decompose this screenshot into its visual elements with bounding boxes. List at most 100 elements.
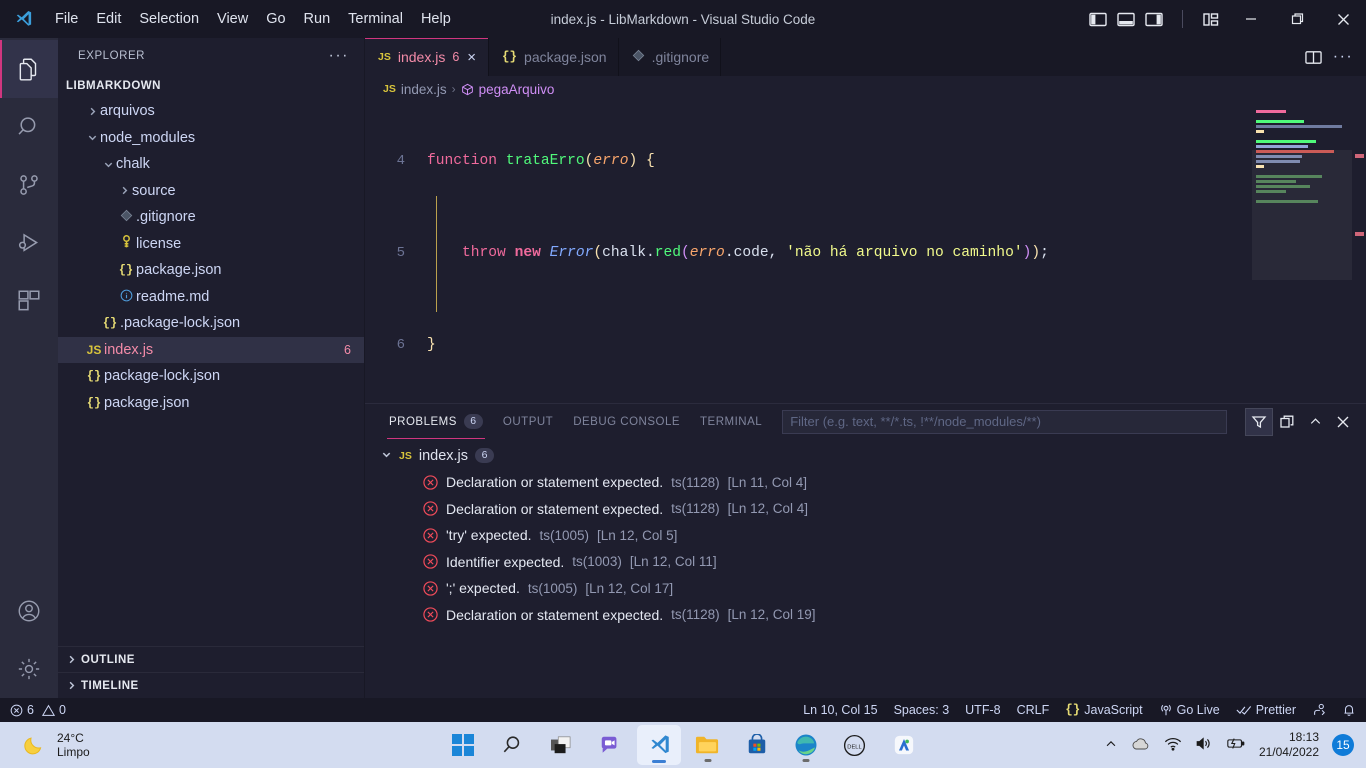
tab-package-json[interactable]: {} package.json: [489, 38, 619, 76]
tree-item-package-json[interactable]: {} package.json: [58, 390, 365, 417]
taskbar-microsoft-store-button[interactable]: [735, 725, 779, 765]
taskbar-start-button[interactable]: [441, 725, 485, 765]
activity-accounts[interactable]: [0, 582, 58, 640]
error-icon: [423, 501, 438, 516]
breadcrumb-file[interactable]: index.js: [401, 82, 447, 97]
tree-root-libmarkdown[interactable]: LIBMARKDOWN: [58, 74, 365, 98]
activity-explorer[interactable]: [0, 40, 58, 98]
tree-item-index-js[interactable]: JS index.js 6: [58, 336, 365, 363]
code-editor[interactable]: 4 function trataErro(erro) { 5 throw new …: [365, 102, 1366, 403]
problem-row[interactable]: ';' expected. ts(1005) [Ln 12, Col 17]: [365, 575, 1366, 602]
status-go-live[interactable]: Go Live: [1151, 698, 1228, 722]
activity-manage-settings[interactable]: [0, 640, 58, 698]
status-notifications[interactable]: [1334, 698, 1364, 722]
sidebar-more-actions-icon[interactable]: ···: [321, 47, 357, 65]
panel-actions: [1245, 407, 1366, 436]
tree-item-node_modules[interactable]: node_modules: [58, 125, 365, 152]
status-language-mode[interactable]: {} JavaScript: [1057, 698, 1150, 722]
problem-row[interactable]: Declaration or statement expected. ts(11…: [365, 496, 1366, 523]
panel-tab-debug-console[interactable]: DEBUG CONSOLE: [563, 404, 690, 439]
menu-selection[interactable]: Selection: [130, 0, 208, 38]
editor-more-actions-icon[interactable]: ···: [1330, 42, 1356, 72]
line-number: 4: [396, 153, 405, 169]
tree-item-dot-package-lock-json[interactable]: {} .package-lock.json: [58, 310, 365, 337]
problem-row[interactable]: Declaration or statement expected. ts(11…: [365, 602, 1366, 629]
tree-item-source[interactable]: source: [58, 178, 365, 205]
remote-icon: [1314, 703, 1325, 716]
split-panel-icon[interactable]: [1274, 409, 1300, 435]
sidebar-section-timeline[interactable]: TIMELINE: [58, 672, 365, 698]
menu-view[interactable]: View: [208, 0, 257, 38]
problem-row[interactable]: Declaration or statement expected. ts(11…: [365, 469, 1366, 496]
taskbar-edge-button[interactable]: [784, 725, 828, 765]
status-problems[interactable]: 6 0: [2, 698, 74, 722]
sidebar-section-outline[interactable]: OUTLINE: [58, 646, 365, 672]
problems-filter-input[interactable]: Filter (e.g. text, **/*.ts, !**/node_mod…: [782, 409, 1228, 434]
tree-item-chalk[interactable]: chalk: [58, 151, 365, 178]
menu-go[interactable]: Go: [257, 0, 294, 38]
collapse-panel-icon[interactable]: [1302, 409, 1328, 435]
tree-item-license[interactable]: license: [58, 231, 365, 258]
filter-icon[interactable]: [1245, 407, 1273, 436]
window-maximize-button[interactable]: [1274, 0, 1320, 38]
vscode-logo-icon: [0, 0, 46, 38]
taskbar-chat-button[interactable]: [588, 725, 632, 765]
status-eol[interactable]: CRLF: [1009, 698, 1058, 722]
tree-item-package-lock-json[interactable]: {} package-lock.json: [58, 363, 365, 390]
title-bar-right: [1089, 0, 1366, 38]
activity-source-control[interactable]: [0, 156, 58, 214]
close-panel-icon[interactable]: [1330, 409, 1356, 435]
git-icon: [632, 49, 645, 65]
problem-row[interactable]: Identifier expected. ts(1003) [Ln 12, Co…: [365, 549, 1366, 576]
json-icon: {}: [102, 316, 118, 331]
taskbar-app-extra-button[interactable]: [882, 725, 926, 765]
split-editor-icon[interactable]: [1300, 42, 1326, 72]
tab-index-js[interactable]: JS index.js 6 ×: [365, 38, 490, 76]
window-close-button[interactable]: [1320, 0, 1366, 38]
status-prettier[interactable]: Prettier: [1228, 698, 1304, 722]
status-encoding[interactable]: UTF-8: [957, 698, 1008, 722]
taskbar-file-explorer-button[interactable]: [686, 725, 730, 765]
panel-tab-problems[interactable]: PROBLEMS 6: [379, 404, 493, 439]
tab-close-icon[interactable]: ×: [466, 50, 477, 65]
bell-icon: [1344, 705, 1354, 716]
taskbar-task-view-button[interactable]: [539, 725, 583, 765]
problem-code: ts(1005): [539, 527, 590, 543]
status-remote[interactable]: [1304, 698, 1334, 722]
problems-file-name: index.js: [418, 447, 469, 464]
chevron-down-icon: [381, 448, 392, 464]
menu-file[interactable]: File: [46, 0, 87, 38]
panel-tab-label: TERMINAL: [700, 415, 763, 428]
window-minimize-button[interactable]: [1228, 0, 1274, 38]
tree-item-arquivos[interactable]: arquivos: [58, 98, 365, 125]
taskbar-vscode-button[interactable]: [636, 725, 681, 765]
breadcrumb-symbol[interactable]: pegaArquivo: [479, 82, 555, 97]
editor-scrollbar[interactable]: [1352, 102, 1366, 403]
toggle-panel-icon[interactable]: [1117, 12, 1135, 27]
tree-item-label: node_modules: [100, 129, 196, 146]
tree-item-chalk-package-json[interactable]: {} package.json: [58, 257, 365, 284]
toggle-primary-sidebar-icon[interactable]: [1089, 12, 1107, 27]
activity-search[interactable]: [0, 98, 58, 156]
activity-extensions[interactable]: [0, 272, 58, 330]
tree-item-gitignore[interactable]: .gitignore: [58, 204, 365, 231]
activity-run-and-debug[interactable]: [0, 214, 58, 272]
menu-help[interactable]: Help: [412, 0, 460, 38]
toggle-secondary-sidebar-icon[interactable]: [1145, 12, 1163, 27]
menu-terminal[interactable]: Terminal: [339, 0, 412, 38]
tab-gitignore[interactable]: .gitignore: [618, 38, 722, 76]
status-cursor-position[interactable]: Ln 10, Col 15: [795, 698, 885, 722]
panel-tab-output[interactable]: OUTPUT: [493, 404, 563, 439]
problem-message: 'try' expected.: [446, 527, 532, 544]
tree-item-readme-md[interactable]: readme.md: [58, 284, 365, 311]
taskbar-dell-button[interactable]: DELL: [833, 725, 877, 765]
problems-file-group[interactable]: JS index.js 6: [365, 442, 1366, 469]
menu-run[interactable]: Run: [295, 0, 340, 38]
problem-row[interactable]: 'try' expected. ts(1005) [Ln 12, Col 5]: [365, 522, 1366, 549]
taskbar-search-button[interactable]: [490, 725, 534, 765]
menu-edit[interactable]: Edit: [87, 0, 130, 38]
customize-layout-icon[interactable]: [1202, 12, 1220, 27]
panel-tab-terminal[interactable]: TERMINAL: [690, 404, 772, 439]
status-indentation[interactable]: Spaces: 3: [886, 698, 958, 722]
problems-list: JS index.js 6 Declaration or statement e…: [365, 439, 1366, 698]
